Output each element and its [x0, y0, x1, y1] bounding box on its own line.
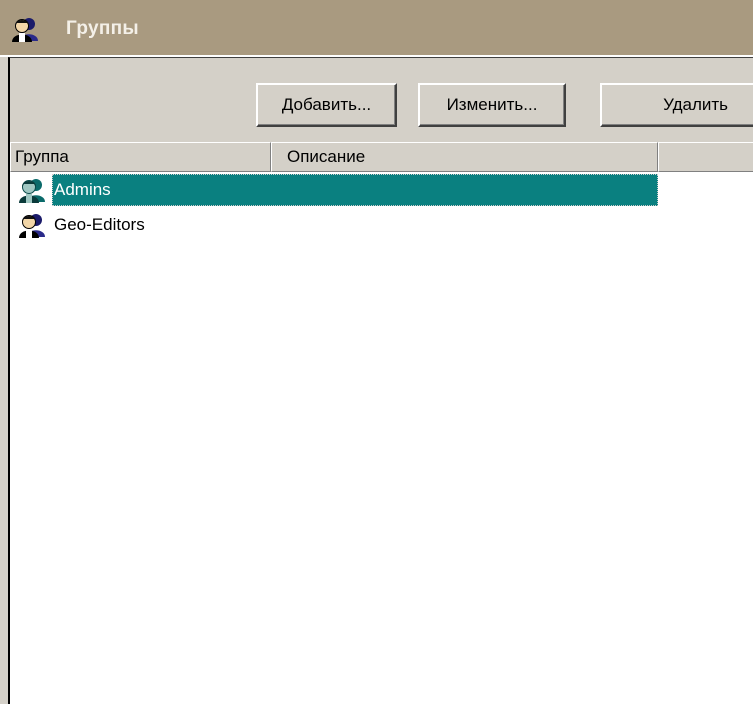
column-header-group[interactable]: Группа — [10, 142, 271, 172]
groups-list[interactable]: Группа Описание Admins Geo-Editors — [10, 142, 753, 704]
list-item-admins[interactable]: Admins — [10, 174, 660, 206]
users-group-icon — [19, 179, 45, 203]
add-group-button[interactable]: Добавить... — [256, 83, 397, 127]
list-header: Группа Описание — [10, 142, 753, 172]
column-header-description[interactable]: Описание — [271, 142, 658, 172]
edit-group-button[interactable]: Изменить... — [418, 83, 566, 127]
users-group-icon — [19, 214, 45, 238]
toolbar: Добавить... Изменить... Удалить — [10, 58, 753, 142]
groups-window: Группы Добавить... Изменить... Удалить Г… — [0, 0, 753, 704]
groups-panel: Добавить... Изменить... Удалить Группа О… — [8, 57, 753, 704]
window-title: Группы — [66, 18, 139, 39]
list-item-label: Geo-Editors — [54, 215, 145, 234]
list-item-geo-editors[interactable]: Geo-Editors — [10, 209, 660, 241]
list-item-label: Admins — [52, 174, 658, 206]
users-group-icon — [12, 18, 38, 42]
delete-group-button[interactable]: Удалить — [600, 83, 753, 127]
title-bar[interactable]: Группы — [0, 0, 753, 57]
column-header-filler — [658, 142, 753, 172]
